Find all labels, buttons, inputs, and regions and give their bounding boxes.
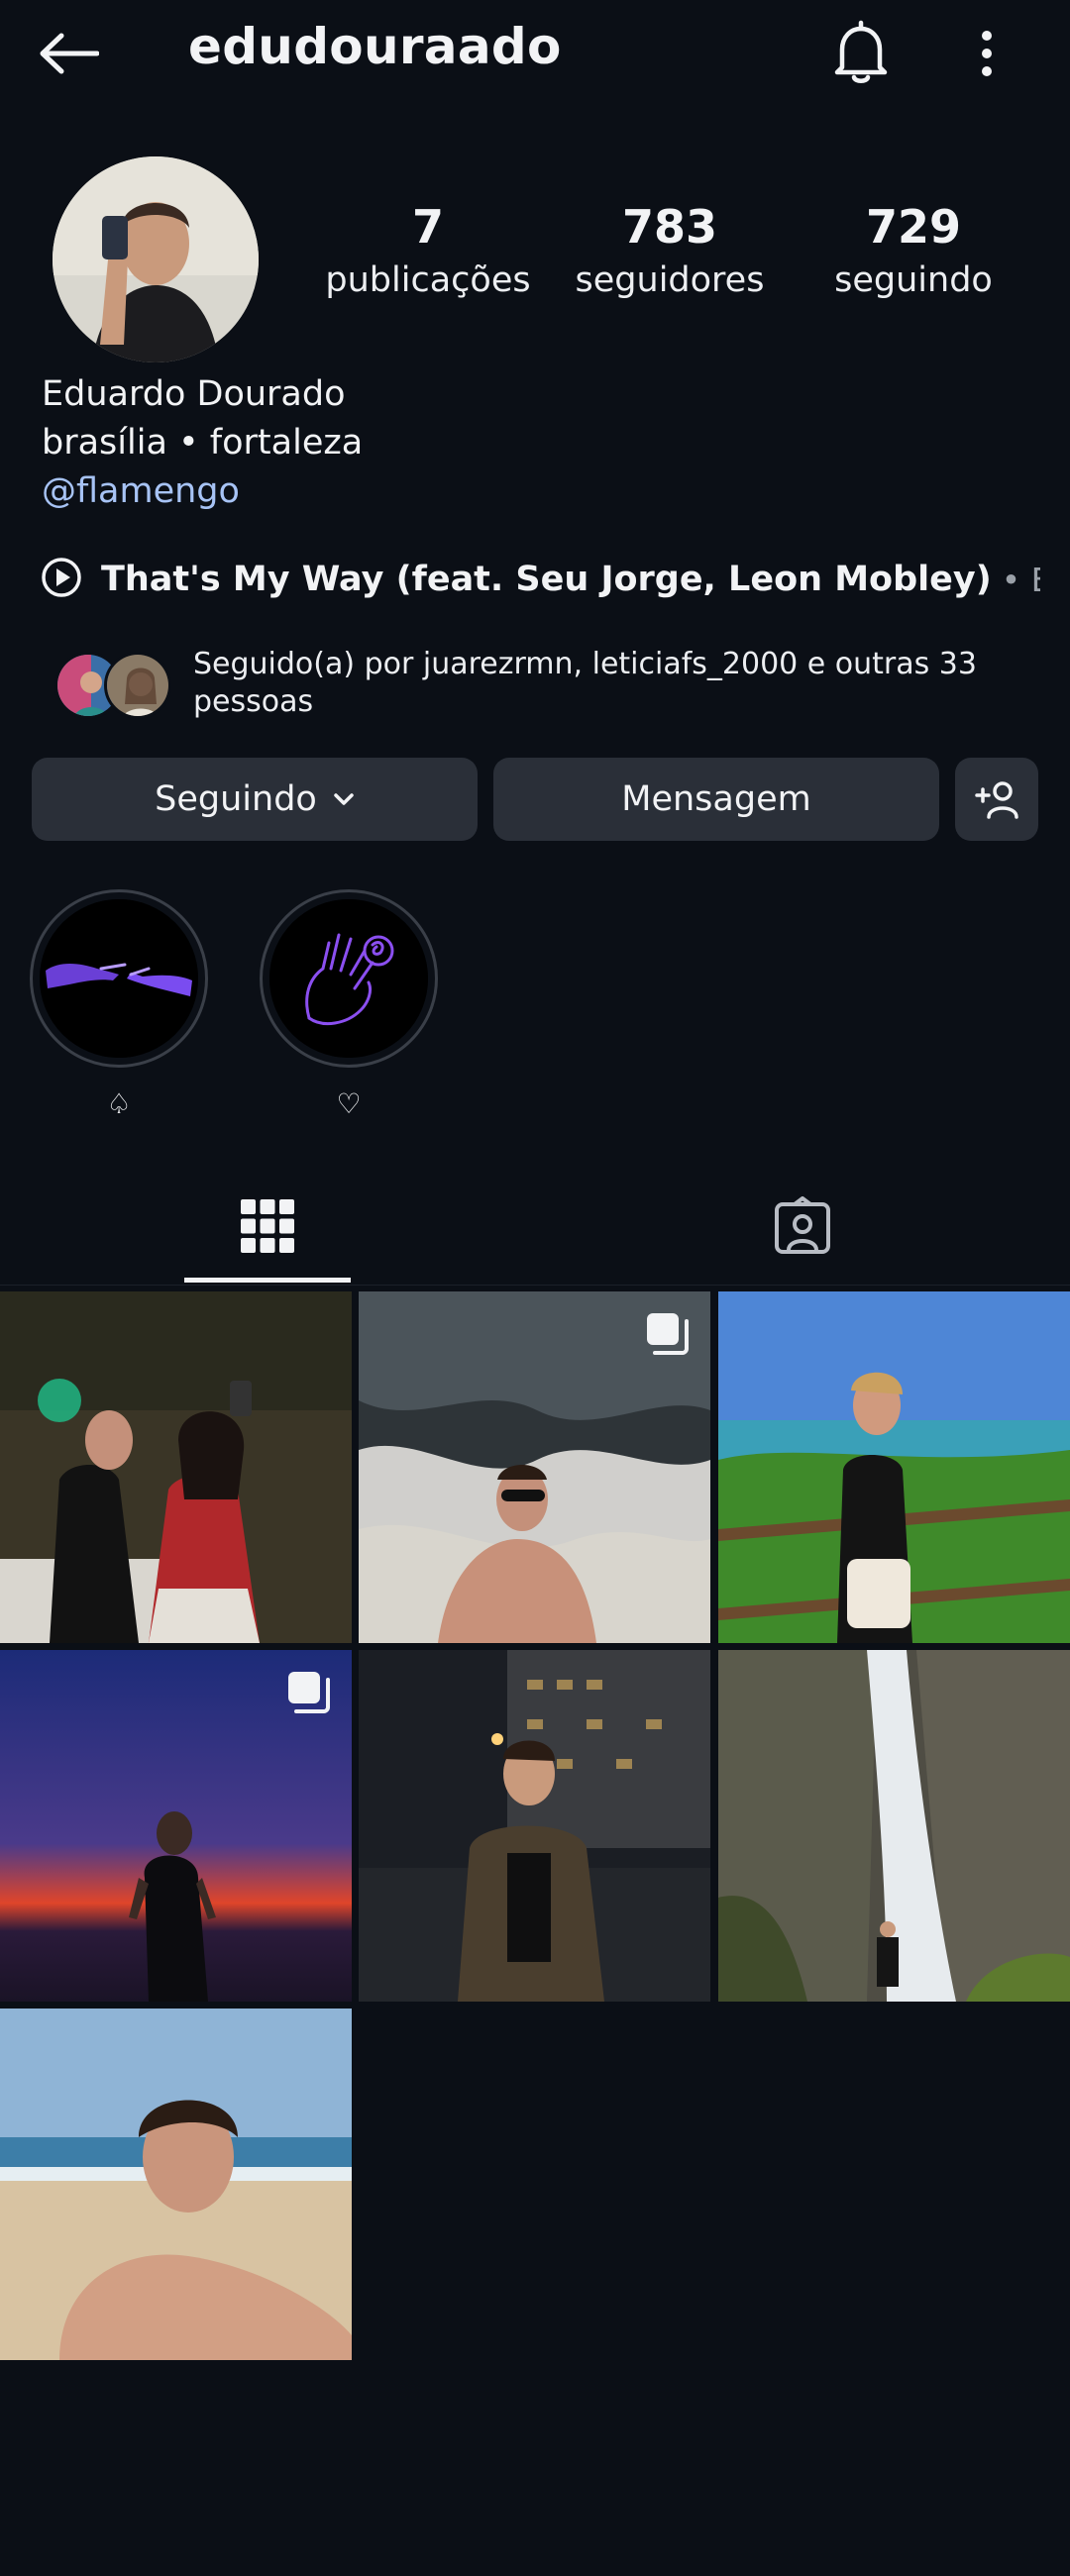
highlight-ring xyxy=(30,889,208,1068)
bio: Eduardo Dourado brasília • fortaleza @fl… xyxy=(42,370,363,516)
story-highlight[interactable]: ♡ xyxy=(260,889,438,1120)
followers-count: 783 xyxy=(621,200,718,254)
post-thumbnail[interactable] xyxy=(359,1291,710,1643)
post-thumbnail[interactable] xyxy=(359,1650,710,2002)
tagged-person-icon xyxy=(773,1196,832,1256)
highlight-cover xyxy=(40,899,198,1058)
profile-username: edudouraado xyxy=(188,18,562,75)
following-stat[interactable]: 729 seguindo xyxy=(804,200,1022,301)
bio-text: brasília • fortaleza xyxy=(42,423,364,463)
profile-music[interactable]: That's My Way (feat. Seu Jorge, Leon Mob… xyxy=(40,555,1040,604)
mutual-avatars xyxy=(54,652,173,721)
story-highlight[interactable]: ♤ xyxy=(30,889,208,1120)
chevron-down-icon xyxy=(333,792,355,806)
add-person-icon xyxy=(973,779,1020,819)
post-thumbnail[interactable] xyxy=(0,1650,352,2002)
tab-posts-grid[interactable] xyxy=(0,1167,535,1286)
play-circle-icon[interactable] xyxy=(40,556,83,603)
posts-count: 7 xyxy=(411,200,444,254)
mutual-avatar xyxy=(104,652,171,719)
more-options-icon[interactable] xyxy=(965,24,1009,83)
posts-label: publicações xyxy=(325,260,531,301)
post-thumbnail[interactable] xyxy=(718,1650,1070,2002)
top-bar: edudouraado xyxy=(0,0,1070,109)
tab-tagged[interactable] xyxy=(535,1167,1070,1286)
posts-stat[interactable]: 7 publicações xyxy=(319,200,537,301)
suggested-users-button[interactable] xyxy=(955,758,1038,841)
highlight-cover xyxy=(269,899,428,1058)
post-thumbnail[interactable] xyxy=(718,1291,1070,1643)
following-label: seguindo xyxy=(834,260,993,301)
following-button-label: Seguindo xyxy=(155,779,317,819)
followers-label: seguidores xyxy=(575,260,765,301)
followed-by-text: Seguido(a) por juarezrmn, leticiafs_2000… xyxy=(193,647,977,719)
highlight-label: ♡ xyxy=(336,1087,362,1120)
following-button[interactable]: Seguindo xyxy=(32,758,478,841)
profile-avatar[interactable] xyxy=(53,156,259,362)
message-button-label: Mensagem xyxy=(621,779,811,819)
post-thumbnail[interactable] xyxy=(0,2009,352,2360)
display-name: Eduardo Dourado xyxy=(42,374,346,414)
music-artist: • Edi Rock,... xyxy=(1001,560,1040,599)
profile-tabs xyxy=(0,1167,1070,1286)
music-track: That's My Way (feat. Seu Jorge, Leon Mob… xyxy=(101,560,992,599)
followed-by[interactable]: Seguido(a) por juarezrmn, leticiafs_2000… xyxy=(54,646,1045,725)
multiple-photos-icon xyxy=(645,1311,691,1357)
message-button[interactable]: Mensagem xyxy=(493,758,939,841)
notification-bell-icon[interactable] xyxy=(828,18,894,87)
bio-mention-link[interactable]: @flamengo xyxy=(42,467,363,516)
following-count: 729 xyxy=(865,200,962,254)
grid-icon xyxy=(241,1199,294,1253)
profile-screen: edudouraado 7 publicações 783 seguidores… xyxy=(0,0,1070,2576)
back-arrow-icon[interactable] xyxy=(38,22,107,85)
active-tab-indicator xyxy=(184,1278,351,1283)
followers-stat[interactable]: 783 seguidores xyxy=(561,200,779,301)
post-thumbnail[interactable] xyxy=(0,1291,352,1643)
highlight-label: ♤ xyxy=(106,1087,132,1120)
multiple-photos-icon xyxy=(286,1670,332,1715)
highlight-ring xyxy=(260,889,438,1068)
